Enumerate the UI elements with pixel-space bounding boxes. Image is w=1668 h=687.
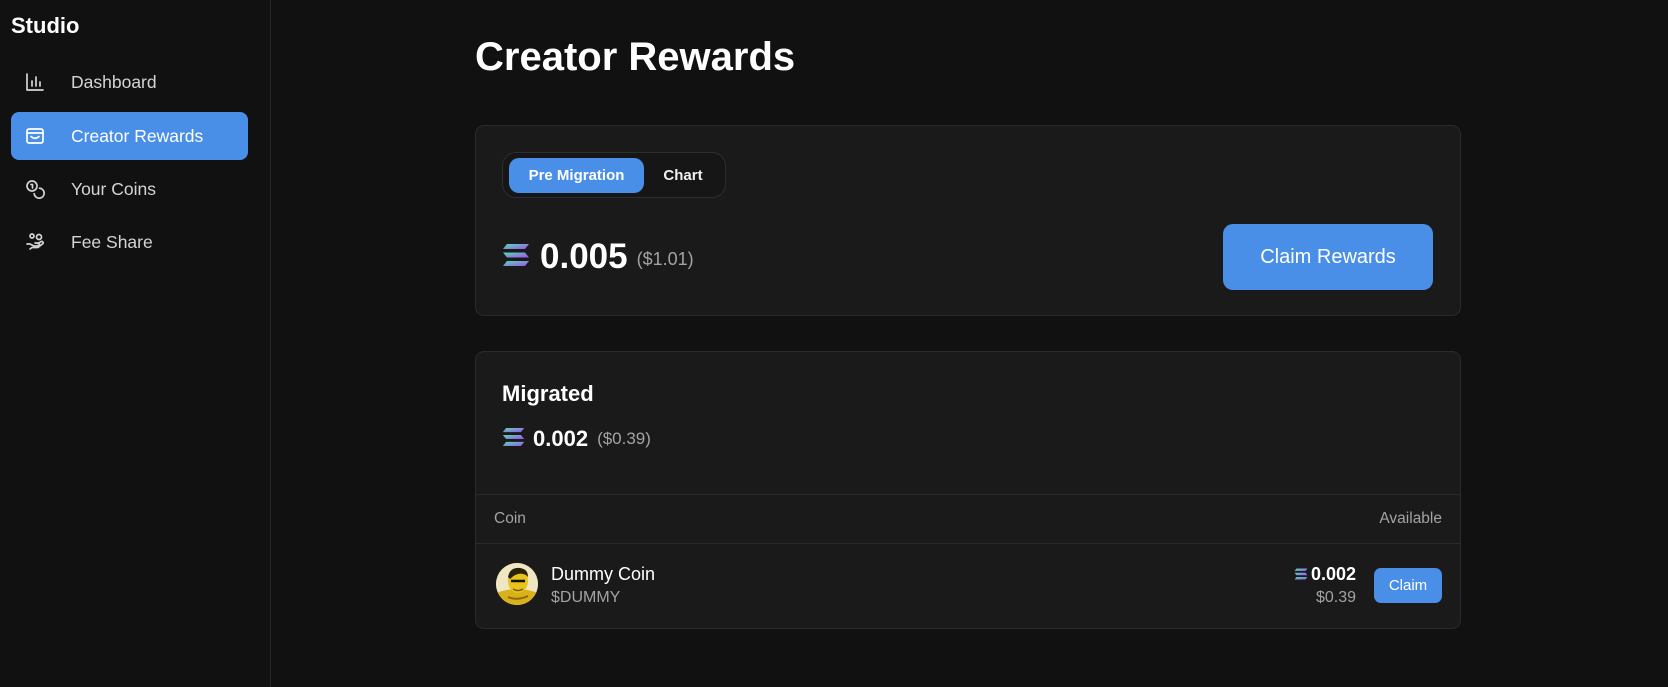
sidebar-item-creator-rewards[interactable]: Creator Rewards	[11, 112, 248, 160]
sidebar-item-label: Fee Share	[71, 231, 153, 252]
sidebar-item-your-coins[interactable]: Your Coins	[11, 165, 248, 213]
claim-rewards-button[interactable]: Claim Rewards	[1223, 224, 1433, 290]
sidebar-item-label: Your Coins	[71, 178, 156, 199]
pre-migration-balance: 0.005 ($1.01)	[502, 237, 694, 277]
table-row: Dummy Coin $DUMMY 0.002 $0.39 Claim	[476, 544, 1460, 628]
pre-migration-card: Pre Migration Chart 0.005 ($1.01) Claim …	[475, 125, 1461, 316]
solana-icon	[1294, 564, 1308, 585]
column-header-available: Available	[1379, 510, 1442, 527]
coins-icon	[24, 178, 46, 200]
sidebar-item-label: Creator Rewards	[71, 125, 204, 146]
pre-migration-usd: ($1.01)	[636, 248, 694, 269]
brand-title: Studio	[11, 13, 80, 38]
bar-chart-icon	[24, 71, 46, 93]
migrated-usd: ($0.39)	[597, 429, 651, 448]
tab-switcher: Pre Migration Chart	[502, 152, 726, 198]
migrated-title: Migrated	[502, 381, 594, 406]
solana-icon	[502, 243, 530, 272]
migrated-balance: 0.002 ($0.39)	[502, 426, 651, 452]
tab-pre-migration[interactable]: Pre Migration	[509, 158, 644, 193]
solana-icon	[502, 427, 525, 452]
migrated-card: Migrated 0.002 ($0.39) Coin Available Du…	[475, 351, 1461, 629]
available-usd: $0.39	[1315, 589, 1356, 606]
claim-button[interactable]: Claim	[1374, 568, 1442, 603]
sidebar-item-dashboard[interactable]: Dashboard	[11, 58, 248, 106]
coin-name: Dummy Coin	[551, 564, 656, 584]
sidebar: Studio Dashboard Creator Rewards Your Co…	[0, 0, 271, 687]
hand-coins-icon	[24, 231, 46, 253]
migrated-amount: 0.002	[533, 426, 589, 451]
available-amount-value: 0.002	[1310, 564, 1356, 584]
page-title: Creator Rewards	[475, 35, 796, 79]
sidebar-item-label: Dashboard	[71, 71, 157, 92]
pre-migration-amount: 0.005	[540, 237, 628, 276]
sidebar-item-fee-share[interactable]: Fee Share	[11, 218, 248, 266]
table-header: Coin Available	[476, 494, 1460, 544]
column-header-coin: Coin	[494, 510, 526, 527]
coin-ticker: $DUMMY	[551, 589, 621, 606]
available-amount: 0.002	[1291, 564, 1356, 585]
wallet-icon	[24, 125, 46, 147]
tab-chart[interactable]: Chart	[648, 158, 718, 193]
coin-avatar	[496, 563, 538, 605]
